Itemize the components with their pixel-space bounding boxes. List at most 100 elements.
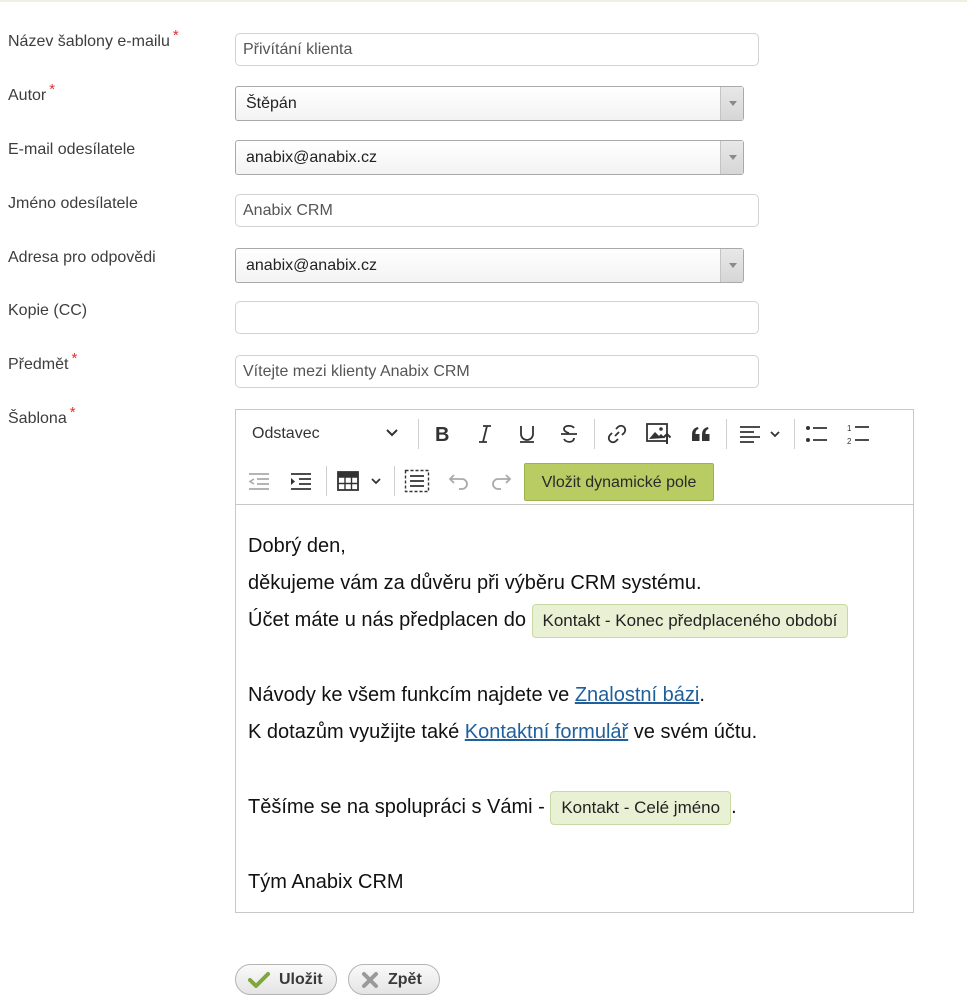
heading-dropdown[interactable]: Odstavec xyxy=(244,420,406,448)
rich-text-editor: Odstavec B 1 2 Vložit dynamické pole Dob… xyxy=(235,409,914,913)
numbered-list-icon: 12 xyxy=(847,424,869,445)
questions-end: ve svém účtu. xyxy=(633,721,758,743)
subject-label-text: Předmět xyxy=(8,356,69,373)
looking-forward-line: Těšíme se na spolupráci s Vámi - Kontakt… xyxy=(248,789,903,826)
signature-text: Tým Anabix CRM xyxy=(248,871,404,893)
toolbar-divider xyxy=(594,419,595,449)
sender-email-label-text: E-mail odesílatele xyxy=(8,141,136,158)
sender-email-select[interactable]: anabix@anabix.cz xyxy=(235,140,744,175)
align-left-icon xyxy=(740,426,780,443)
italic-button[interactable] xyxy=(470,419,500,449)
italic-icon xyxy=(479,425,491,443)
editor-toolbar: Odstavec B 1 2 Vložit dynamické pole xyxy=(236,410,913,505)
toolbar-divider xyxy=(726,419,727,449)
cc-input[interactable] xyxy=(235,301,759,334)
svg-text:B: B xyxy=(435,424,449,444)
subject-input[interactable] xyxy=(235,355,759,388)
questions-text: K dotazům využijte také xyxy=(248,721,460,743)
blockquote-button[interactable] xyxy=(686,419,716,449)
dropdown-arrow-icon[interactable] xyxy=(720,87,743,120)
table-icon xyxy=(337,471,381,491)
top-border xyxy=(0,0,967,2)
save-button-label: Uložit xyxy=(279,970,323,988)
bold-button[interactable]: B xyxy=(428,419,458,449)
empty-line xyxy=(248,639,903,677)
author-select[interactable]: Štěpán xyxy=(235,86,744,121)
insert-image-button[interactable] xyxy=(644,419,674,449)
image-upload-icon xyxy=(646,423,672,444)
alignment-dropdown[interactable] xyxy=(734,419,786,449)
template-label: Šablona * xyxy=(8,404,76,428)
quote-icon xyxy=(692,427,710,441)
sender-email-label: E-mail odesílatele xyxy=(8,141,135,159)
outdent-icon xyxy=(248,473,269,490)
required-mark: * xyxy=(69,404,76,421)
strikethrough-button[interactable] xyxy=(554,419,584,449)
subject-label: Předmět * xyxy=(8,350,77,374)
required-mark: * xyxy=(49,81,56,98)
dropdown-arrow-icon[interactable] xyxy=(720,249,743,282)
cc-label: Kopie (CC) xyxy=(8,302,87,320)
sender-name-label: Jméno odesílatele xyxy=(8,195,138,213)
link-button[interactable] xyxy=(602,419,632,449)
insert-table-dropdown[interactable] xyxy=(334,466,386,496)
template-name-label: Název šablony e-mailu * xyxy=(8,27,179,51)
sender-name-label-text: Jméno odesílatele xyxy=(8,195,138,212)
undo-icon xyxy=(448,474,468,490)
svg-text:1: 1 xyxy=(847,424,852,433)
looking-forward-text: Těšíme se na spolupráci s Vámi - xyxy=(248,796,545,818)
author-label: Autor * xyxy=(8,81,55,105)
template-name-label-text: Název šablony e-mailu xyxy=(8,33,170,50)
contact-form-link[interactable]: Kontaktní formulář xyxy=(465,721,628,743)
numbered-list-button[interactable]: 12 xyxy=(844,419,874,449)
indent-button[interactable] xyxy=(286,466,316,496)
required-mark: * xyxy=(172,27,179,44)
show-blocks-icon xyxy=(404,469,430,493)
redo-icon xyxy=(492,474,512,490)
checkmark-icon xyxy=(248,971,270,988)
guides-text: Návody ke všem funkcím najdete ve xyxy=(248,684,570,706)
outdent-button[interactable] xyxy=(244,466,274,496)
empty-line xyxy=(248,751,903,789)
toolbar-divider xyxy=(418,419,419,449)
bold-icon: B xyxy=(435,424,449,444)
back-button[interactable]: Zpět xyxy=(348,964,440,995)
heading-dropdown-label: Odstavec xyxy=(252,425,320,442)
greeting-text: Dobrý den, xyxy=(248,535,346,557)
chevron-down-icon xyxy=(386,429,398,437)
save-button[interactable]: Uložit xyxy=(235,964,337,995)
sender-name-input[interactable] xyxy=(235,194,759,227)
author-label-text: Autor xyxy=(8,87,47,104)
greeting-line: Dobrý den, xyxy=(248,528,903,565)
toolbar-divider xyxy=(394,466,395,496)
template-label-text: Šablona xyxy=(8,410,67,427)
reply-to-select[interactable]: anabix@anabix.cz xyxy=(235,248,744,283)
prepaid-text: Účet máte u nás předplacen do xyxy=(248,609,526,631)
guides-line: Návody ke všem funkcím najdete ve Znalos… xyxy=(248,677,903,714)
redo-button[interactable] xyxy=(486,466,516,496)
reply-to-label: Adresa pro odpovědi xyxy=(8,249,156,267)
bulleted-list-button[interactable] xyxy=(802,419,832,449)
toolbar-divider xyxy=(326,466,327,496)
knowledge-base-link[interactable]: Znalostní bázi xyxy=(575,684,700,706)
undo-button[interactable] xyxy=(444,466,474,496)
strikethrough-icon xyxy=(561,424,577,443)
dynamic-field-chip-full-name[interactable]: Kontakt - Celé jméno xyxy=(550,790,732,825)
dynamic-field-chip-prepaid-end[interactable]: Kontakt - Konec předplaceného období xyxy=(531,603,849,638)
dropdown-arrow-icon[interactable] xyxy=(720,141,743,174)
underline-button[interactable] xyxy=(512,419,542,449)
indent-icon xyxy=(291,473,311,490)
show-blocks-button[interactable] xyxy=(402,466,432,496)
bulleted-list-icon xyxy=(806,426,827,442)
thanks-text: děkujeme vám za důvěru při výběru CRM sy… xyxy=(248,572,702,594)
guides-end: . xyxy=(699,684,705,706)
template-name-input[interactable] xyxy=(235,33,759,66)
sender-email-select-value: anabix@anabix.cz xyxy=(246,149,377,166)
editor-content[interactable]: Dobrý den, děkujeme vám za důvěru při vý… xyxy=(248,506,903,901)
signature-line: Tým Anabix CRM xyxy=(248,864,903,901)
back-button-label: Zpět xyxy=(388,970,422,988)
reply-to-label-text: Adresa pro odpovědi xyxy=(8,249,156,266)
insert-dynamic-field-button[interactable]: Vložit dynamické pole xyxy=(524,463,714,501)
svg-text:2: 2 xyxy=(847,437,852,445)
required-mark: * xyxy=(71,350,78,367)
